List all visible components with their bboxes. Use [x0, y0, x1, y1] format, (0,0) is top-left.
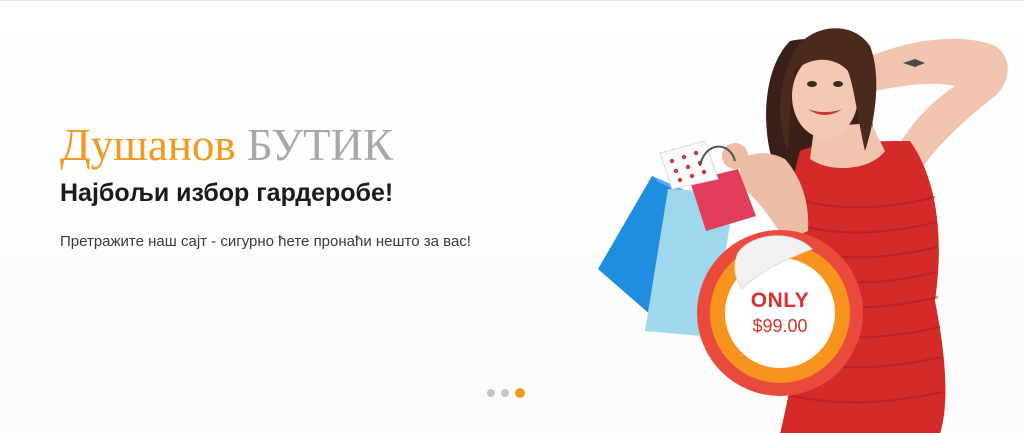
slide-dot-3[interactable] — [515, 388, 525, 398]
slide-dot-2[interactable] — [501, 389, 509, 397]
hero-model-image — [598, 28, 1008, 433]
slider-pagination — [487, 388, 525, 398]
slide-tagline: Најбољи избор гардеробе! — [60, 179, 394, 207]
slide-description: Претражите наш сајт - сигурно ћете прона… — [60, 233, 471, 250]
eye-left-shape — [807, 81, 817, 87]
brand-title: Душанов БУТИК — [60, 119, 393, 171]
hand-shape — [722, 143, 748, 169]
brand-title-second: БУТИК — [246, 120, 394, 170]
slide-dot-1[interactable] — [487, 389, 495, 397]
brand-title-first: Душанов — [60, 120, 236, 170]
eye-right-shape — [833, 81, 843, 87]
hero-slider: Душанов БУТИК Најбољи избор гардеробе! П… — [0, 0, 1024, 433]
